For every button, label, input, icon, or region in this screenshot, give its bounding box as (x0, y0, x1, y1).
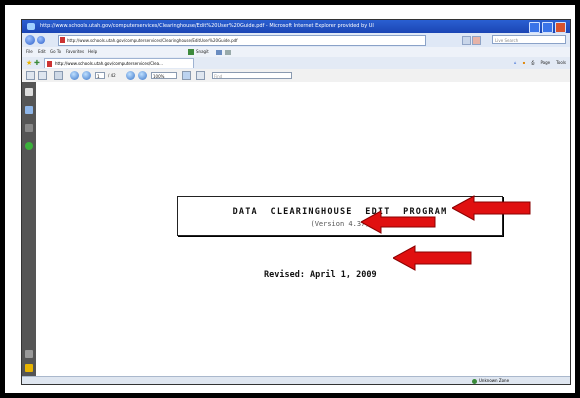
pdf-icon (60, 37, 65, 43)
menu-favorites[interactable]: Favorites (66, 47, 84, 57)
print-icon[interactable]: ⎙ (531, 58, 534, 68)
zone-globe-icon (472, 378, 477, 384)
paperclip-icon[interactable] (25, 350, 33, 358)
search-input[interactable]: Live Search (492, 35, 566, 44)
tools-menu[interactable]: Tools (556, 58, 566, 68)
menu-help[interactable]: Help (88, 47, 97, 57)
signatures-panel-icon[interactable] (25, 142, 33, 150)
zoom-in-icon[interactable] (138, 71, 147, 80)
print-pdf-icon[interactable] (26, 71, 35, 80)
status-bar: Unknown Zone (22, 376, 570, 384)
forward-button[interactable] (37, 36, 45, 44)
search-placeholder: Live Search (495, 38, 519, 43)
zone-label: Unknown Zone (479, 378, 510, 383)
command-bar: ⌂ ▪ ⎙ Page Tools (514, 58, 566, 68)
comments-icon[interactable] (25, 364, 33, 372)
attachments-panel-icon[interactable] (25, 124, 33, 132)
security-zone: Unknown Zone (472, 377, 510, 384)
address-bar-row: http://www.schools.utah.gov/computerserv… (22, 33, 570, 48)
page-total: / 42 (108, 73, 116, 78)
email-icon[interactable] (38, 71, 47, 80)
snagit-button[interactable]: Snagit (188, 47, 209, 57)
annotation-arrow-revised (393, 245, 472, 271)
feeds-icon[interactable]: ▪ (523, 58, 526, 68)
tab-label: http://www.schools.utah.gov/computerserv… (55, 61, 163, 66)
add-favorites-icon[interactable]: ✚ (34, 59, 40, 67)
ie-logo-icon (27, 23, 35, 30)
annotation-arrow-title (452, 195, 531, 221)
address-url: http://www.schools.utah.gov/computerserv… (67, 38, 238, 43)
window-title-bar: http://www.schools.utah.gov/computerserv… (22, 20, 570, 33)
document-version: (Version 4.37) (310, 220, 370, 228)
document-revised-date: Revised: April 1, 2009 (264, 270, 377, 280)
pdf-sidebar (22, 82, 36, 376)
fit-width-icon[interactable] (196, 71, 205, 80)
minimize-button[interactable] (529, 22, 540, 33)
bookmarks-panel-icon[interactable] (25, 106, 33, 114)
page-menu[interactable]: Page (540, 58, 550, 68)
find-input[interactable]: Find (212, 72, 292, 79)
window-title: http://www.schools.utah.gov/computerserv… (40, 23, 374, 29)
menu-edit[interactable]: Edit (38, 47, 46, 57)
snagit-icon (188, 49, 194, 55)
favorites-star-icon[interactable]: ★ (26, 59, 32, 67)
maximize-button[interactable] (542, 22, 553, 33)
refresh-icon[interactable] (462, 36, 471, 45)
snagit-capture-icon[interactable] (216, 50, 222, 55)
hand-tool-icon[interactable] (54, 71, 63, 80)
home-icon[interactable]: ⌂ (514, 58, 517, 68)
snagit-label: Snagit (196, 49, 209, 54)
zoom-select[interactable]: 100% (151, 72, 177, 79)
menu-file[interactable]: File (26, 47, 33, 57)
window-controls (529, 22, 566, 33)
close-button[interactable] (555, 22, 566, 33)
next-page-icon[interactable] (82, 71, 91, 80)
fit-page-icon[interactable] (182, 71, 191, 80)
back-button[interactable] (25, 35, 35, 45)
snagit-editor-icon[interactable] (225, 50, 231, 55)
zoom-out-icon[interactable] (126, 71, 135, 80)
pages-panel-icon[interactable] (25, 88, 33, 96)
pdf-toolbar: 1 / 42 100% Find (22, 69, 570, 83)
pdf-document-page: DATA CLEARINGHOUSE EDIT PROGRAM (Version… (36, 82, 570, 376)
screenshot-frame: http://www.schools.utah.gov/computerserv… (0, 0, 580, 398)
page-number-input[interactable]: 1 (95, 72, 105, 79)
annotation-arrow-version (361, 210, 436, 234)
browser-tab[interactable]: http://www.schools.utah.gov/computerserv… (44, 58, 194, 68)
stop-icon[interactable] (472, 36, 481, 45)
tab-pdf-icon (47, 61, 52, 67)
address-input[interactable]: http://www.schools.utah.gov/computerserv… (58, 35, 426, 46)
menu-goto[interactable]: Go To (50, 47, 61, 57)
previous-page-icon[interactable] (70, 71, 79, 80)
